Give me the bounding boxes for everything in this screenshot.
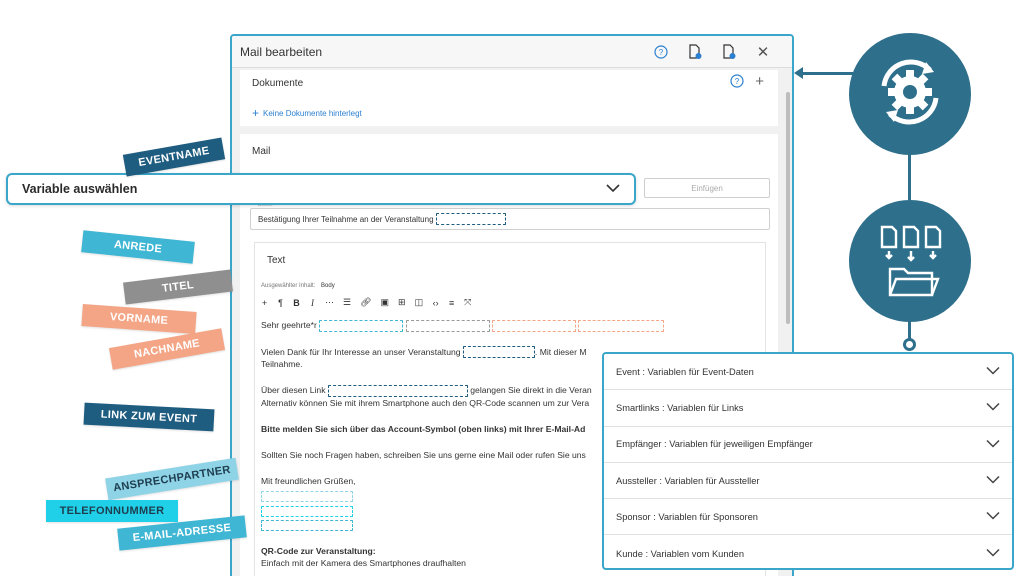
plus-icon[interactable]: + [261,298,268,308]
add-document-icon[interactable]: + [755,73,764,90]
chevron-down-icon[interactable] [986,439,1000,450]
selected-content-value: Body [321,283,335,289]
insert-button[interactable]: Einfügen [644,178,770,198]
category-label: Smartlinks : Variablen für Links [616,402,744,413]
italic-icon[interactable]: I [309,298,316,308]
category-label: Sponsor : Variablen für Sponsoren [616,511,758,522]
connector-vertical-top [908,150,911,200]
document-save-icon[interactable] [720,43,738,61]
chevron-down-icon[interactable] [986,548,1000,559]
placeholder-nachname[interactable] [578,319,665,332]
link-icon[interactable]: 🔗︎ [360,297,371,308]
placeholder-titel[interactable] [405,319,490,332]
help-icon[interactable]: ? [652,43,670,61]
chevron-down-icon[interactable] [986,511,1000,522]
placeholder-eventname[interactable] [435,213,506,225]
category-row[interactable]: Aussteller : Variablen für Aussteller [604,463,1012,500]
variable-select[interactable]: Variable auswählen [6,173,636,205]
tag-telefonnummer: TELEFONNUMMER [46,500,178,522]
dialog-header: Mail bearbeiten ? ✕ [232,36,792,68]
chevron-down-icon[interactable] [986,402,1000,413]
arrow-left-icon [794,67,803,79]
placeholder-vorname[interactable] [492,319,577,332]
category-row[interactable]: Event : Variablen für Event-Daten [604,354,1012,391]
category-label: Aussteller : Variablen für Aussteller [616,475,760,486]
bold-icon[interactable]: B [293,298,300,308]
tag-nachname: NACHNAME [108,328,226,370]
chevron-down-icon [606,180,620,198]
connector-knob [903,338,916,351]
category-row[interactable]: Empfänger : Variablen für jeweiligen Emp… [604,427,1012,463]
table-icon[interactable]: ⊞ [398,297,406,308]
tag-link-zum-event: LINK ZUM EVENT [83,402,215,432]
subject-value: Bestätigung Ihrer Teilnahme an der Veran… [258,214,434,224]
image-icon[interactable]: ▣ [381,297,390,308]
link-text-cont: gelangen Sie direkt in die Veran [470,385,592,396]
variable-categories-panel: Event : Variablen für Event-Daten Smartli… [602,352,1014,570]
mail-title: Mail [252,146,271,157]
category-label: Event : Variablen für Event-Daten [616,366,754,377]
stage: Mail bearbeiten ? ✕ Dokumente ? + + Kein… [0,0,1024,576]
tag-anrede: ANREDE [81,230,195,264]
process-circle-gear [849,33,971,155]
category-row[interactable]: Sponsor : Variablen für Sponsoren [604,499,1012,536]
placeholder-email-adresse[interactable] [261,519,353,531]
columns-icon[interactable]: ◫ [415,297,424,308]
close-icon[interactable]: ✕ [754,43,772,61]
subject-input[interactable]: Bestätigung Ihrer Teilnahme an der Veran… [250,208,770,230]
dialog-title: Mail bearbeiten [240,44,323,59]
greeting-line: Sehr geehrte*r [261,319,761,332]
placeholder-anrede[interactable] [319,319,404,332]
placeholder-ansprechpartner[interactable] [261,491,353,503]
gear-sync-icon [868,50,952,139]
code-icon[interactable]: ‹› [432,298,439,308]
list-icon[interactable]: ☰ [343,297,351,308]
editor-toolbar: + ¶ B I ⋯ ☰ 🔗︎ ▣ ⊞ ◫ ‹› ≡ ⤧ [261,297,471,308]
category-label: Empfänger : Variablen für jeweiligen Emp… [616,439,813,450]
category-row[interactable]: Smartlinks : Variablen für Links [604,390,1012,427]
process-circle-documents [849,200,971,322]
tag-titel: TITEL [123,269,233,305]
greeting-text: Sehr geehrte*r [261,320,317,330]
category-label: Kunde : Variablen vom Kunden [616,548,745,559]
svg-text:?: ? [735,77,740,86]
documents-to-folder-icon [868,217,952,306]
chevron-down-icon[interactable] [986,366,1000,377]
selected-content-label: Ausgewählter Inhalt: [261,283,316,289]
scrollbar[interactable] [786,92,790,324]
align-icon[interactable]: ≡ [448,298,455,308]
placeholder-eventname-2[interactable] [462,346,535,359]
link-text: Über diesen Link [261,385,326,396]
tag-vorname: VORNAME [81,304,197,334]
documents-title: Dokumente [252,78,304,89]
documents-help-icon[interactable]: ? [730,74,744,93]
tag-ansprechpartner: ANSPRECHPARTNER [105,457,239,501]
tag-eventname: EVENTNAME [122,137,226,177]
plus-icon: + [252,106,260,120]
placeholder-telefonnummer[interactable] [261,505,353,517]
more-icon[interactable]: ⋯ [325,297,334,308]
selected-content: Ausgewählter Inhalt: Body [261,283,335,289]
thanks-text: Vielen Dank für Ihr Interesse an unser V… [261,346,461,357]
documents-section: Dokumente ? + + Keine Dokumente hinterle… [240,70,778,126]
chevron-down-icon[interactable] [986,475,1000,486]
text-title: Text [267,255,286,266]
svg-text:?: ? [659,48,664,57]
document-add-icon[interactable] [686,43,704,61]
connector-line [800,72,854,75]
category-row[interactable]: Kunde : Variablen vom Kunden [604,535,1012,571]
fullscreen-icon[interactable]: ⤧ [464,297,471,308]
variable-select-label: Variable auswählen [22,182,138,196]
thanks-text-cont: . Mit dieser M [534,346,587,357]
placeholder-link-zum-event[interactable] [327,385,468,398]
no-documents-label: Keine Dokumente hinterlegt [263,108,362,118]
paragraph-icon[interactable]: ¶ [277,298,284,308]
no-documents-link[interactable]: + Keine Dokumente hinterlegt [252,106,362,120]
